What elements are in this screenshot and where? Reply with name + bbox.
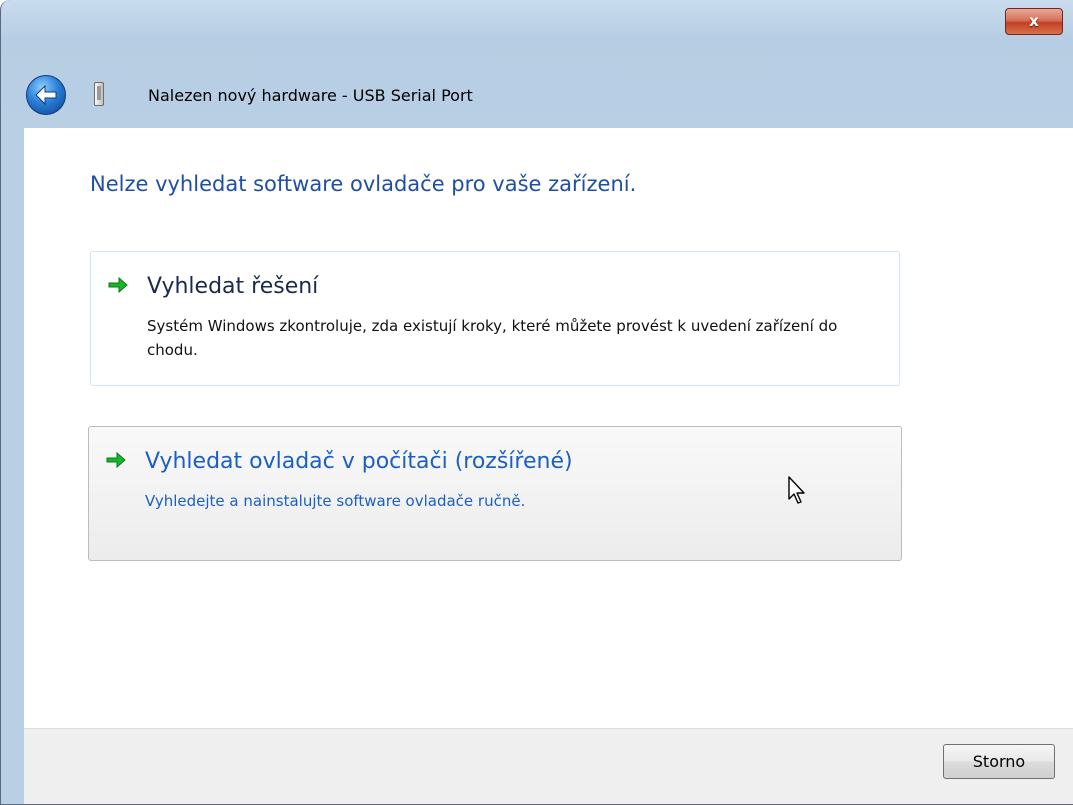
option-description: Systém Windows zkontroluje, zda existují… [147,317,838,359]
wizard-content: Nelze vyhledat software ovladače pro vaš… [24,128,1073,728]
window-title: Nalezen nový hardware - USB Serial Port [148,86,473,105]
back-arrow-icon [35,84,57,106]
back-button[interactable] [26,75,66,115]
page-heading: Nelze vyhledat software ovladače pro vaš… [90,172,637,196]
usb-device-icon [94,82,104,106]
option-title: Vyhledat řešení [147,274,319,299]
close-button[interactable]: x [1005,8,1063,35]
cancel-button[interactable]: Storno [943,744,1055,779]
wizard-window: x Nalezen nový hardware - USB Serial Por… [0,0,1073,805]
option-description: Vyhledejte a nainstalujte software ovlad… [145,492,526,510]
mouse-pointer-icon [788,476,805,504]
option-search-solution[interactable]: Vyhledat řešení Systém Windows zkontrolu… [90,251,900,386]
green-arrow-icon [106,451,126,469]
green-arrow-icon [108,276,128,294]
option-title: Vyhledat ovladač v počítači (rozšířené) [145,449,573,474]
wizard-header: Nalezen nový hardware - USB Serial Port [2,60,1073,128]
option-browse-driver[interactable]: Vyhledat ovladač v počítači (rozšířené) … [88,426,902,561]
wizard-footer: Storno [24,728,1073,804]
